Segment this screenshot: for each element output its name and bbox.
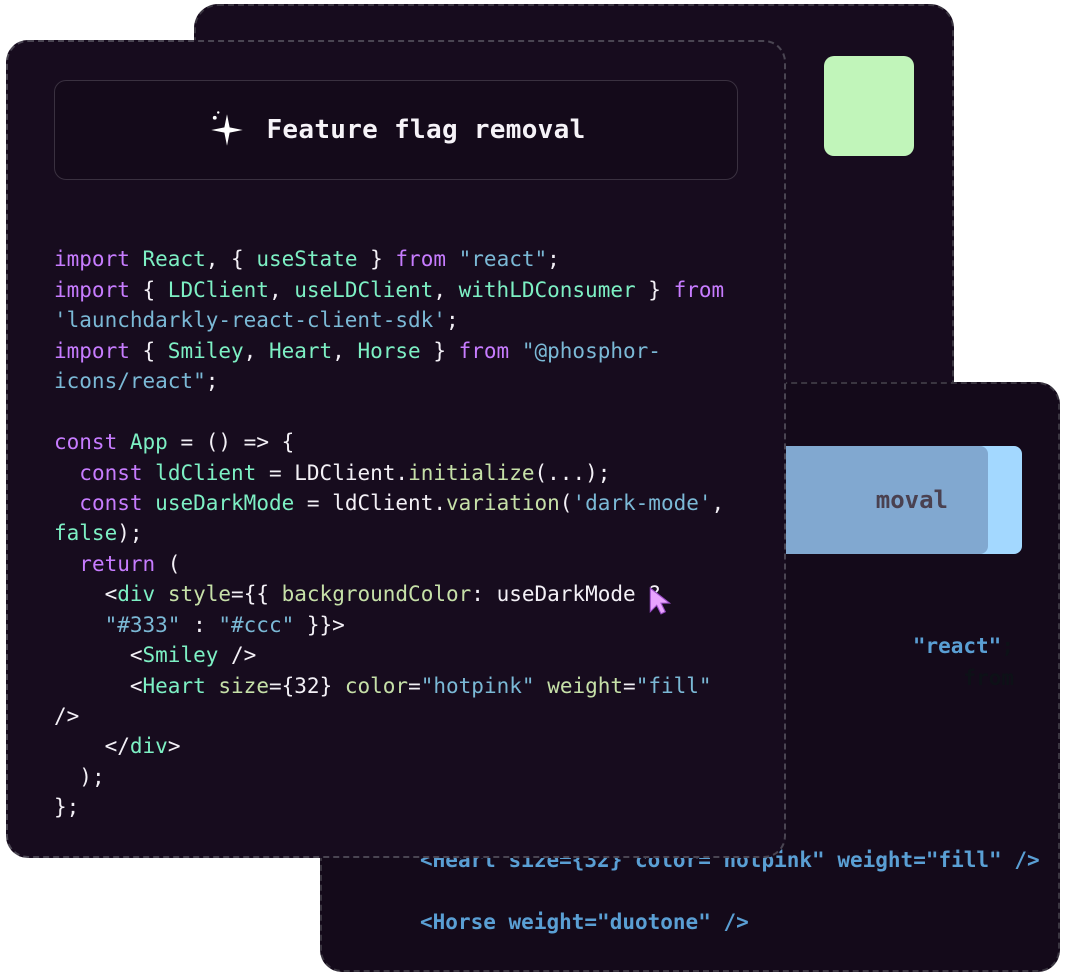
feature-flag-panel: Feature flag removal import React, { use…: [6, 40, 786, 858]
sparkle-icon: [206, 109, 248, 151]
panel-header: Feature flag removal: [54, 80, 738, 180]
code-block: import React, { useState } from "react";…: [54, 214, 738, 853]
accent-block-green: [824, 56, 914, 156]
cursor-icon: [648, 586, 674, 616]
mid-header-partial: moval: [876, 486, 948, 514]
panel-title: Feature flag removal: [266, 115, 585, 145]
